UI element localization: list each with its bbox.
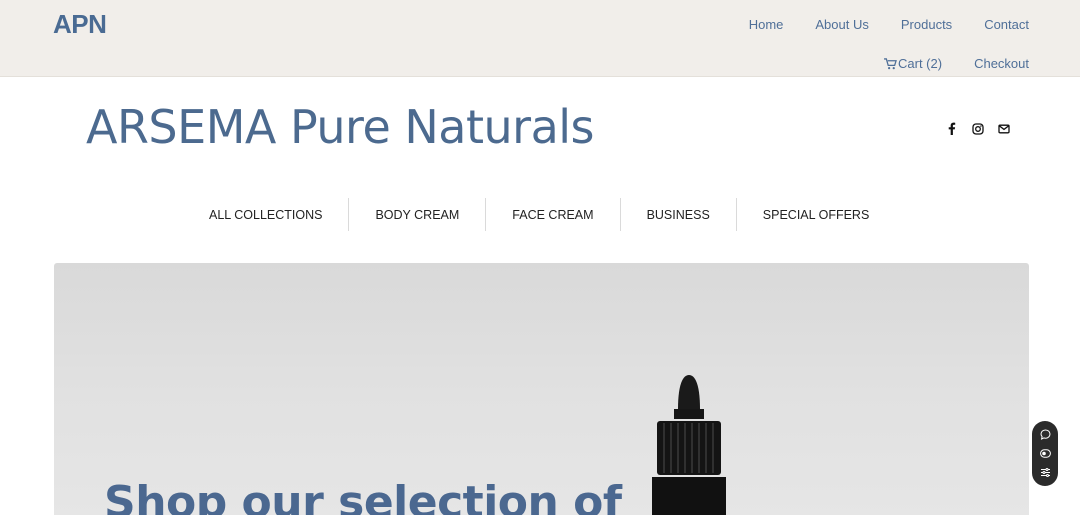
cart-nav: Cart (2) Checkout bbox=[852, 56, 1029, 71]
mail-icon[interactable] bbox=[996, 121, 1011, 136]
cart-icon bbox=[884, 57, 897, 69]
site-logo[interactable]: APN bbox=[53, 9, 107, 40]
chat-icon[interactable] bbox=[1039, 429, 1051, 441]
settings-icon[interactable] bbox=[1039, 467, 1051, 479]
primary-nav: Home About Us Products Contact bbox=[717, 17, 1029, 32]
social-links bbox=[944, 121, 1011, 136]
cart-label: Cart (2) bbox=[898, 56, 943, 71]
category-all-collections[interactable]: ALL COLLECTIONS bbox=[183, 198, 348, 231]
facebook-icon[interactable] bbox=[944, 121, 959, 136]
nav-home-link[interactable]: Home bbox=[749, 17, 784, 32]
dropper-bottle-image bbox=[652, 375, 726, 515]
category-special-offers[interactable]: SPECIAL OFFERS bbox=[735, 198, 896, 231]
nav-products-link[interactable]: Products bbox=[901, 17, 952, 32]
hero-headline: Shop our selection of bbox=[104, 477, 622, 515]
brand-title: ARSEMA Pure Naturals bbox=[86, 100, 595, 154]
floating-tool-widget bbox=[1032, 421, 1058, 486]
category-nav: ALL COLLECTIONS BODY CREAM FACE CREAM BU… bbox=[183, 198, 895, 231]
instagram-icon[interactable] bbox=[970, 121, 985, 136]
checkout-link[interactable]: Checkout bbox=[974, 56, 1029, 71]
category-business[interactable]: BUSINESS bbox=[619, 198, 736, 231]
category-body-cream[interactable]: BODY CREAM bbox=[348, 198, 485, 231]
top-bar: APN Home About Us Products Contact Cart … bbox=[0, 0, 1080, 77]
nav-about-link[interactable]: About Us bbox=[815, 17, 868, 32]
nav-contact-link[interactable]: Contact bbox=[984, 17, 1029, 32]
cart-link[interactable]: Cart (2) bbox=[884, 56, 942, 71]
hero-banner: Shop our selection of bbox=[54, 263, 1029, 515]
category-face-cream[interactable]: FACE CREAM bbox=[485, 198, 619, 231]
toggle-icon[interactable] bbox=[1039, 448, 1051, 460]
